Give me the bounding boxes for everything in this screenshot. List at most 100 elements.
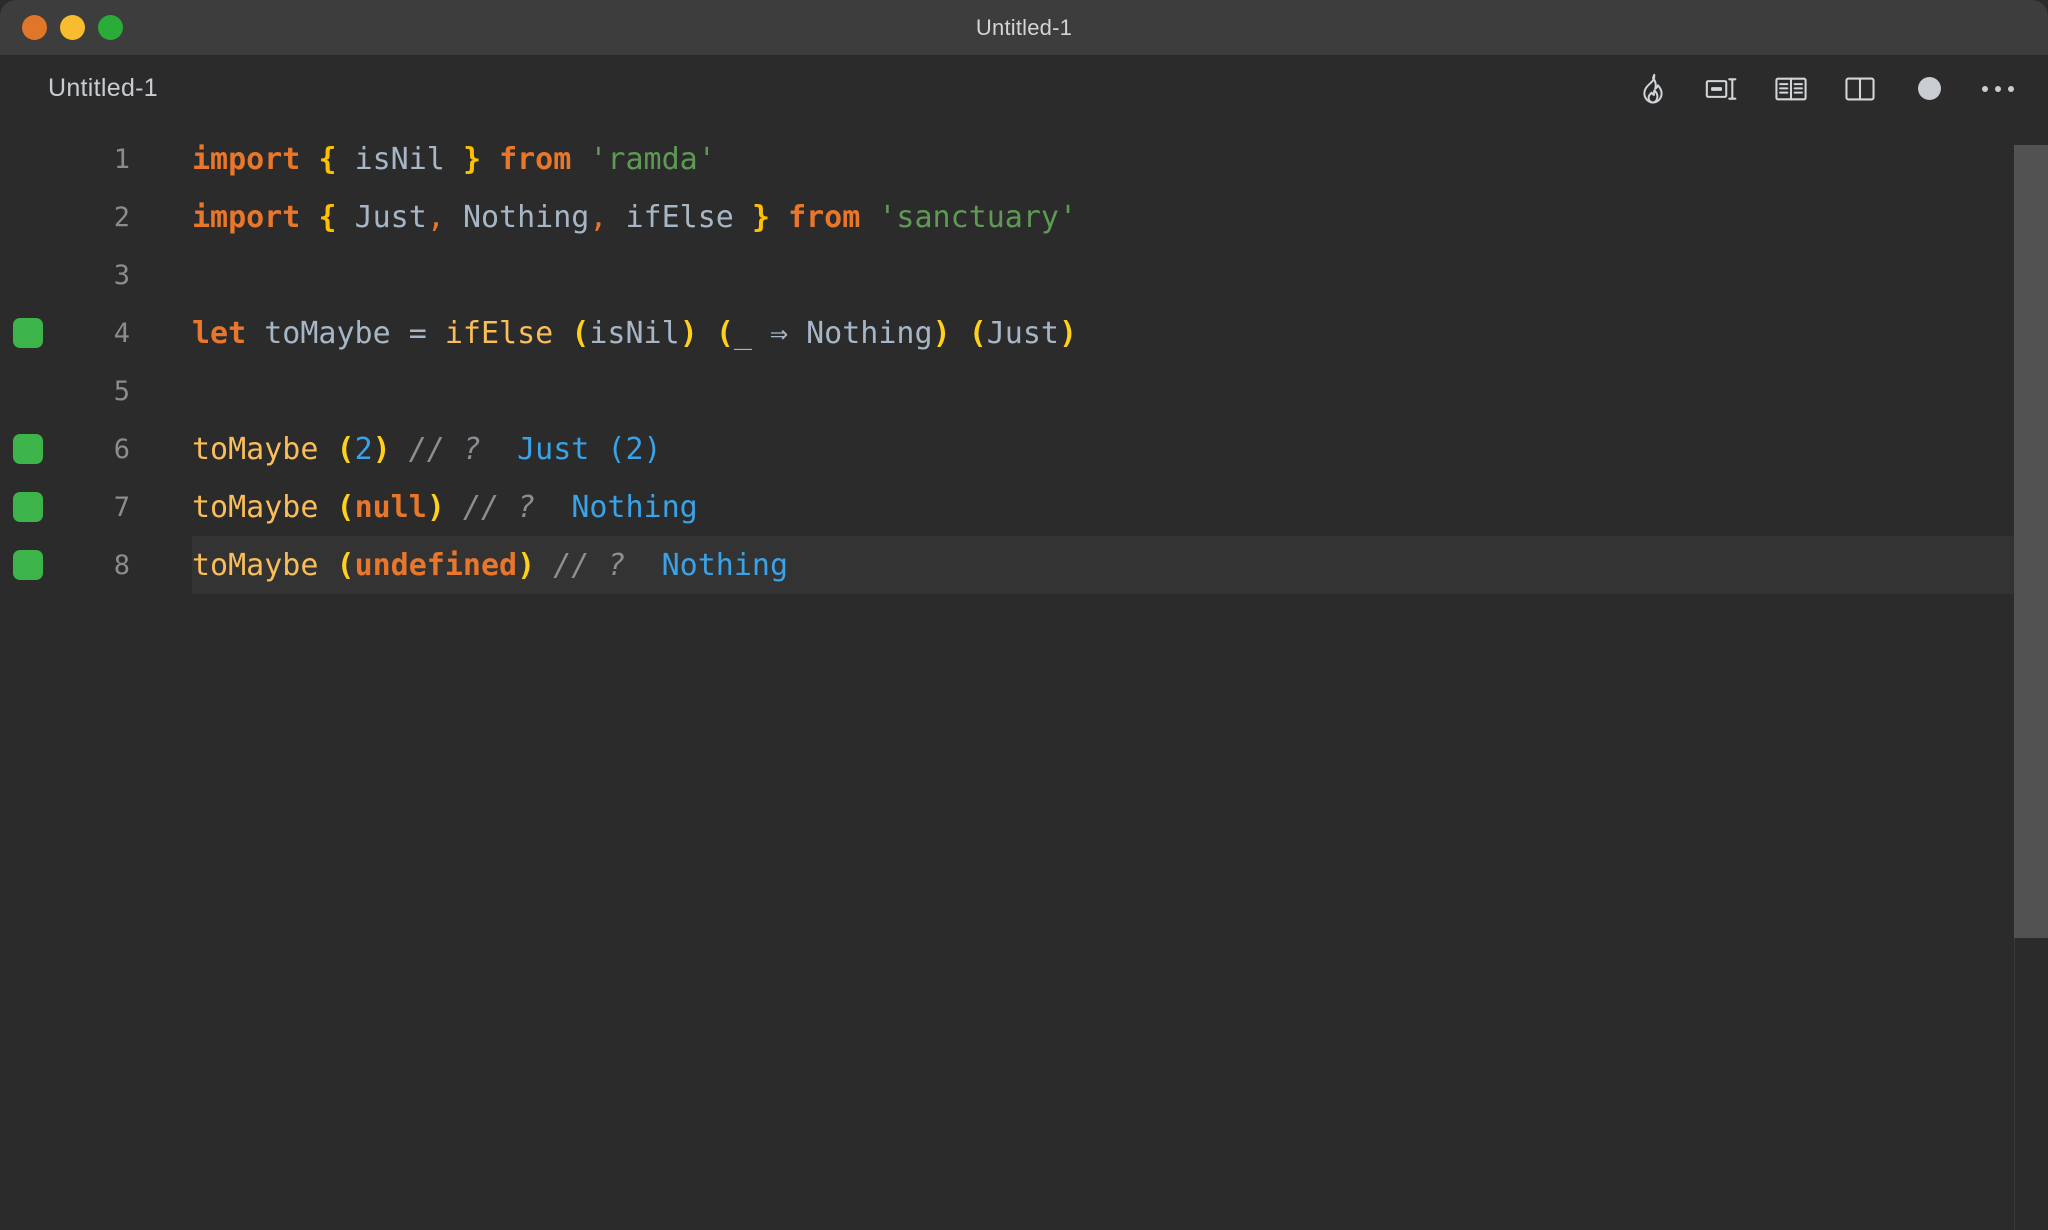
code-token: ,: [589, 199, 608, 235]
code-token: // ?: [462, 489, 536, 525]
scrollbar-hairline: [2014, 938, 2015, 1230]
line-number: 3: [113, 259, 130, 291]
code-token: toMaybe: [264, 315, 391, 351]
code-line[interactable]: 5: [0, 362, 2048, 420]
code-line[interactable]: 8 toMaybe (undefined) // ? Nothing: [0, 536, 2048, 594]
code-token: Nothing: [661, 547, 789, 583]
code-token: ): [426, 489, 445, 525]
code-token: Just: [354, 199, 427, 235]
minimize-window-button[interactable]: [60, 15, 85, 40]
code-line-content[interactable]: let toMaybe = ifElse (isNil) (_ ⇒ Nothin…: [192, 304, 2048, 362]
code-token: from: [788, 199, 861, 235]
close-window-button[interactable]: [22, 15, 47, 40]
code-token: null: [354, 489, 427, 525]
code-line-content[interactable]: import { isNil } from 'ramda': [192, 130, 2048, 188]
code-token: ): [679, 315, 698, 351]
code-line-content[interactable]: toMaybe (null) // ? Nothing: [192, 478, 2048, 536]
code-token: =: [408, 315, 427, 351]
code-token: ): [517, 547, 536, 583]
open-book-icon[interactable]: [1771, 69, 1811, 109]
code-token: ): [1059, 315, 1078, 351]
line-number: 1: [113, 143, 130, 175]
code-line[interactable]: 4 let toMaybe = ifElse (isNil) (_ ⇒ Nothi…: [0, 304, 2048, 362]
code-token: ⇒: [770, 315, 789, 351]
code-line[interactable]: 1 import { isNil } from 'ramda': [0, 130, 2048, 188]
tab-untitled-1[interactable]: Untitled-1: [0, 74, 158, 103]
code-line-list: 1 import { isNil } from 'ramda' 2 import { …: [0, 122, 2048, 594]
code-token: toMaybe: [192, 547, 319, 583]
code-token: 'ramda': [589, 141, 716, 177]
code-line-content[interactable]: [192, 246, 2048, 304]
code-token: ,: [426, 199, 445, 235]
tab-bar: Untitled-1: [0, 55, 2048, 122]
code-token: import: [192, 199, 301, 235]
code-token: Nothing: [806, 315, 933, 351]
vertical-scrollbar-thumb[interactable]: [2014, 145, 2048, 938]
code-token: ifElse: [625, 199, 734, 235]
gutter-status-marker[interactable]: [13, 318, 43, 348]
gutter-status-marker[interactable]: [13, 550, 43, 580]
code-token: (: [336, 431, 355, 467]
code-token: }: [462, 141, 481, 177]
more-actions-icon[interactable]: [1978, 69, 2018, 109]
line-number: 2: [113, 201, 130, 233]
code-token: // ?: [553, 547, 626, 583]
code-token: undefined: [354, 547, 518, 583]
code-editor[interactable]: 1 import { isNil } from 'ramda' 2 import { …: [0, 122, 2048, 1230]
flame-icon[interactable]: [1633, 69, 1673, 109]
code-line-content[interactable]: toMaybe (undefined) // ? Nothing: [192, 536, 2048, 594]
window-title: Untitled-1: [975, 14, 1073, 40]
code-token: toMaybe: [192, 431, 319, 467]
code-line[interactable]: 2 import { Just, Nothing, ifElse } from '…: [0, 188, 2048, 246]
code-line[interactable]: 7 toMaybe (null) // ? Nothing: [0, 478, 2048, 536]
code-token: let: [192, 315, 247, 351]
code-token: isNil: [589, 315, 680, 351]
code-token: (: [336, 489, 355, 525]
code-token: Nothing: [462, 199, 590, 235]
code-token: (: [336, 547, 355, 583]
code-token: ifElse: [444, 315, 554, 351]
gutter-status-marker[interactable]: [13, 434, 43, 464]
code-token: Just (2): [517, 431, 662, 467]
record-dot-icon[interactable]: [1909, 69, 1949, 109]
code-token: (: [968, 315, 987, 351]
vertical-scrollbar[interactable]: [2014, 122, 2048, 1230]
code-line[interactable]: 6 toMaybe (2) // ? Just (2): [0, 420, 2048, 478]
code-token: (: [571, 315, 590, 351]
code-line[interactable]: 3: [0, 246, 2048, 304]
code-token: ): [372, 431, 391, 467]
code-token: isNil: [354, 141, 445, 177]
gutter-status-marker[interactable]: [13, 492, 43, 522]
maximize-window-button[interactable]: [98, 15, 123, 40]
editor-toolbar: [1633, 69, 2048, 109]
editor-window: Untitled-1 Untitled-1 1 import {isNil}…: [0, 0, 2048, 1230]
code-token: _: [733, 315, 752, 351]
split-panel-icon[interactable]: [1840, 69, 1880, 109]
code-token: Nothing: [571, 489, 698, 525]
code-token: {: [318, 141, 337, 177]
code-line-content[interactable]: import { Just, Nothing, ifElse } from 's…: [192, 188, 2048, 246]
code-line-content[interactable]: toMaybe (2) // ? Just (2): [192, 420, 2048, 478]
split-editor-right-icon[interactable]: [1702, 69, 1742, 109]
code-line-content[interactable]: [192, 362, 2048, 420]
